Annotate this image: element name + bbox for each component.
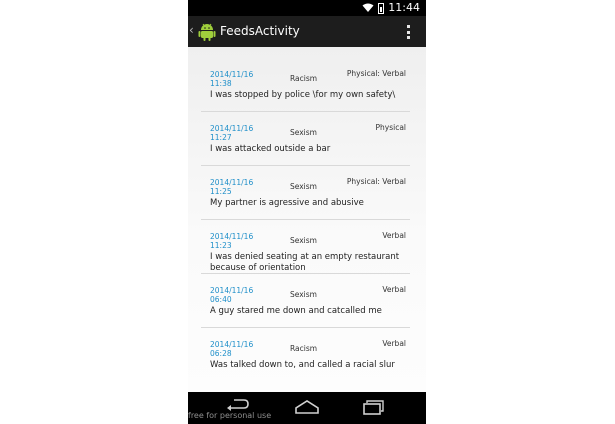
list-item[interactable]: 2014/11/16 06:40 Sexism Verbal A guy sta… xyxy=(201,274,410,328)
overflow-menu-icon[interactable] xyxy=(407,25,411,39)
watermark-text: free for personal use xyxy=(188,411,272,420)
feed-form: Verbal xyxy=(382,231,406,240)
feed-date: 2014/11/16 06:40 xyxy=(210,286,254,304)
battery-icon xyxy=(378,2,385,14)
feed-list[interactable]: 2014/11/16 11:38 Racism Physical: Verbal… xyxy=(188,47,426,392)
list-item[interactable]: 2014/11/16 11:23 Sexism Verbal I was den… xyxy=(201,220,410,274)
feed-description: I was attacked outside a bar xyxy=(210,144,331,154)
status-time: 11:44 xyxy=(388,1,420,14)
app-title: FeedsActivity xyxy=(220,24,300,38)
feed-date: 2014/11/16 11:25 xyxy=(210,178,254,196)
feed-type: Racism xyxy=(290,344,318,353)
up-caret-icon[interactable]: ‹ xyxy=(189,23,194,37)
list-item[interactable]: 2014/11/16 11:38 Racism Physical: Verbal… xyxy=(201,58,410,112)
feed-description: I was denied seating at an empty restaur… xyxy=(210,252,400,273)
feed-form: Verbal xyxy=(382,285,406,294)
list-item[interactable]: 2014/11/16 11:27 Sexism Physical I was a… xyxy=(201,112,410,166)
feed-type: Sexism xyxy=(290,236,317,245)
feed-type: Sexism xyxy=(290,128,317,137)
feed-form: Physical: Verbal xyxy=(346,177,406,186)
feed-date: 2014/11/16 06:28 xyxy=(210,340,254,358)
phone-screen: 11:44 ‹ FeedsActivity 2014/11/16 11:38 R… xyxy=(188,0,426,424)
feed-type: Sexism xyxy=(290,182,317,191)
feed-type: Racism xyxy=(290,74,318,83)
feed-date: 2014/11/16 11:38 xyxy=(210,70,254,88)
wifi-icon xyxy=(362,3,374,12)
feed-form: Physical xyxy=(375,123,406,132)
android-icon[interactable] xyxy=(198,22,216,41)
recents-icon[interactable] xyxy=(362,399,386,415)
home-icon[interactable] xyxy=(294,399,320,415)
list-item[interactable]: 2014/11/16 06:28 Racism Verbal Was talke… xyxy=(201,328,410,381)
feed-form: Verbal xyxy=(382,339,406,348)
feed-date: 2014/11/16 11:23 xyxy=(210,232,254,250)
action-bar: ‹ FeedsActivity xyxy=(188,16,426,47)
list-item[interactable]: 2014/11/16 11:25 Sexism Physical: Verbal… xyxy=(201,166,410,220)
feed-description: My partner is agressive and abusive xyxy=(210,198,364,208)
feed-type: Sexism xyxy=(290,290,317,299)
feed-description: A guy stared me down and catcalled me xyxy=(210,306,382,316)
feed-description: Was talked down to, and called a racial … xyxy=(210,360,395,370)
status-bar: 11:44 xyxy=(188,0,426,16)
feed-date: 2014/11/16 11:27 xyxy=(210,124,254,142)
feed-description: I was stopped by police \for my own safe… xyxy=(210,90,396,100)
feed-form: Physical: Verbal xyxy=(346,69,406,78)
